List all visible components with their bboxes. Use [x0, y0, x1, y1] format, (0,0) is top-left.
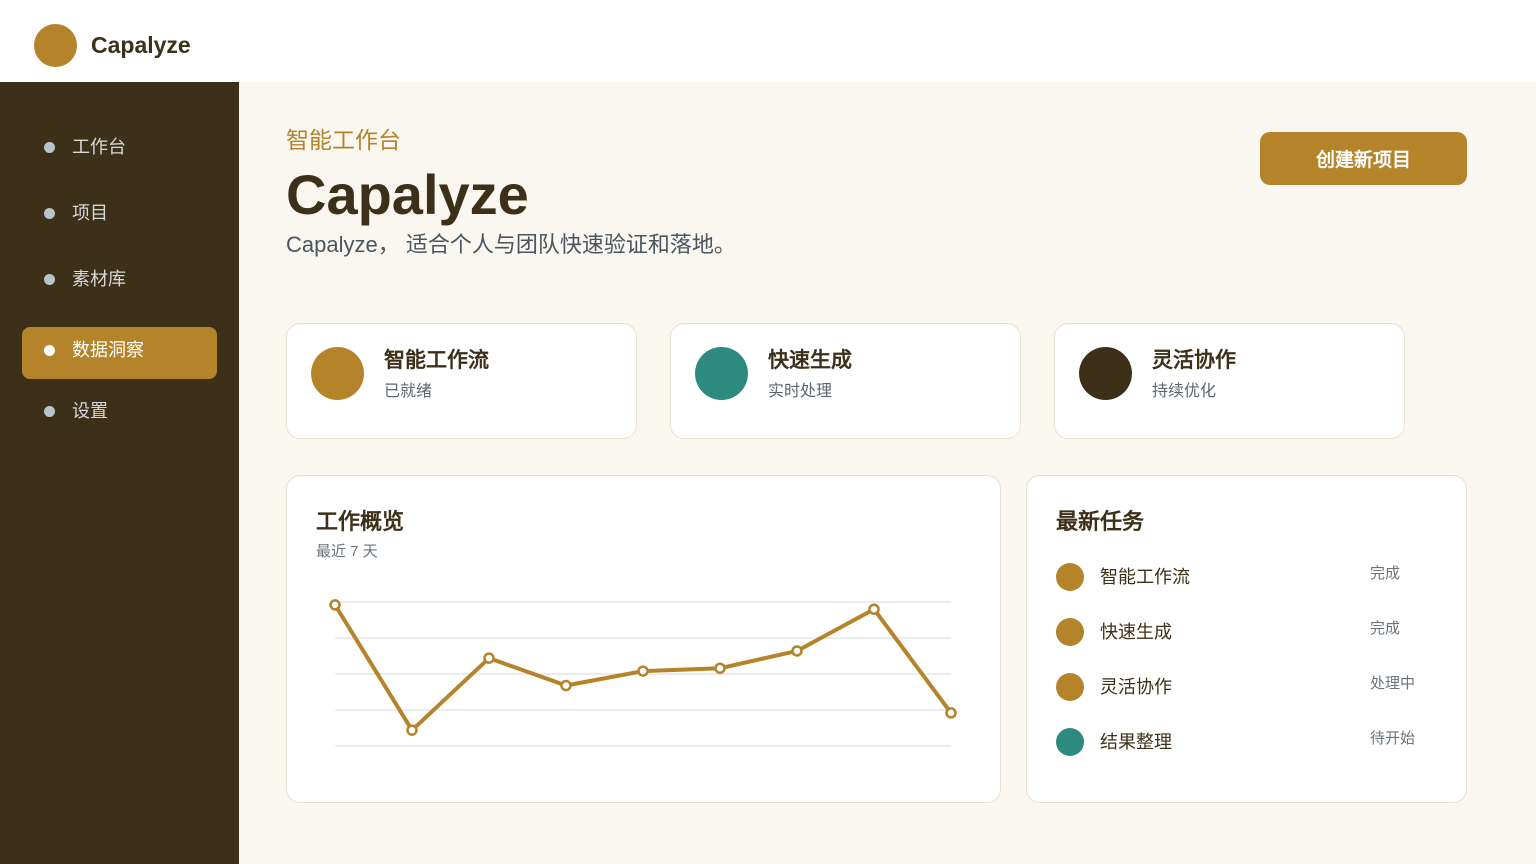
- task-name: 快速生成: [1100, 622, 1172, 642]
- bullet-icon: [44, 208, 55, 219]
- sidebar-item-projects[interactable]: 项目: [22, 190, 217, 242]
- sidebar-item-label: 数据洞察: [72, 340, 144, 360]
- chart-point[interactable]: [868, 603, 880, 615]
- overview-line-chart: [329, 599, 957, 747]
- task-row[interactable]: 智能工作流 完成: [1056, 563, 1436, 593]
- feature-title: 快速生成: [768, 349, 852, 372]
- overview-panel: 工作概览 最近 7 天: [286, 475, 1001, 803]
- chart-point[interactable]: [560, 679, 572, 692]
- bullet-icon: [44, 142, 55, 153]
- feature-card-collab[interactable]: 灵活协作 持续优化: [1054, 323, 1405, 439]
- logo-icon: [34, 24, 77, 67]
- chart-point[interactable]: [406, 724, 418, 736]
- sidebar-item-settings[interactable]: 设置: [22, 388, 217, 440]
- chart-point[interactable]: [714, 662, 726, 674]
- feature-title: 智能工作流: [384, 349, 489, 372]
- task-name: 灵活协作: [1100, 677, 1172, 697]
- page-eyebrow: 智能工作台: [286, 127, 401, 153]
- feature-status: 已就绪: [384, 383, 433, 400]
- task-name: 智能工作流: [1100, 567, 1190, 587]
- sidebar-item-label: 工作台: [72, 137, 126, 157]
- chart-point[interactable]: [483, 652, 495, 664]
- feature-dot-icon: [1079, 347, 1132, 400]
- brand-name: Capalyze: [91, 32, 191, 58]
- feature-dot-icon: [695, 347, 748, 400]
- feature-card-generate[interactable]: 快速生成 实时处理: [670, 323, 1021, 439]
- task-row[interactable]: 快速生成 完成: [1056, 618, 1436, 648]
- task-name: 结果整理: [1100, 732, 1172, 752]
- feature-status: 实时处理: [768, 383, 833, 400]
- task-dot-icon: [1056, 618, 1084, 646]
- chart-point[interactable]: [945, 707, 957, 719]
- page-subtitle: Capalyze， 适合个人与团队快速验证和落地。: [286, 232, 736, 257]
- task-row[interactable]: 灵活协作 处理中: [1056, 673, 1436, 703]
- create-project-button[interactable]: 创建新项目: [1260, 132, 1467, 185]
- feature-title: 灵活协作: [1152, 349, 1236, 372]
- bullet-icon: [44, 274, 55, 285]
- feature-card-workflow[interactable]: 智能工作流 已就绪: [286, 323, 637, 439]
- task-row[interactable]: 结果整理 待开始: [1056, 728, 1436, 758]
- sidebar-item-insights[interactable]: 数据洞察: [22, 327, 217, 379]
- bullet-icon: [44, 345, 55, 356]
- top-bar: Capalyze: [0, 0, 1536, 82]
- sidebar: 工作台 项目 素材库 数据洞察 设置: [0, 82, 239, 864]
- chart-point[interactable]: [791, 645, 803, 657]
- tasks-panel: 最新任务 智能工作流 完成 快速生成 完成 灵活协作 处理中 结果整理 待开始: [1026, 475, 1467, 803]
- feature-dot-icon: [311, 347, 364, 400]
- task-status: 完成: [1370, 620, 1401, 637]
- tasks-title: 最新任务: [1056, 509, 1145, 534]
- task-status: 待开始: [1370, 730, 1416, 747]
- chart-point[interactable]: [329, 599, 341, 611]
- task-status: 处理中: [1370, 675, 1416, 692]
- sidebar-item-label: 设置: [72, 401, 108, 421]
- sidebar-item-label: 素材库: [72, 269, 126, 289]
- task-status: 完成: [1370, 565, 1401, 582]
- sidebar-item-assets[interactable]: 素材库: [22, 256, 217, 308]
- bullet-icon: [44, 406, 55, 417]
- sidebar-item-workbench[interactable]: 工作台: [22, 124, 217, 176]
- chart-point[interactable]: [637, 665, 649, 677]
- task-dot-icon: [1056, 563, 1084, 591]
- page-title: Capalyze: [286, 163, 529, 226]
- feature-status: 持续优化: [1152, 383, 1217, 400]
- task-dot-icon: [1056, 728, 1084, 756]
- sidebar-item-label: 项目: [72, 203, 108, 223]
- task-dot-icon: [1056, 673, 1084, 701]
